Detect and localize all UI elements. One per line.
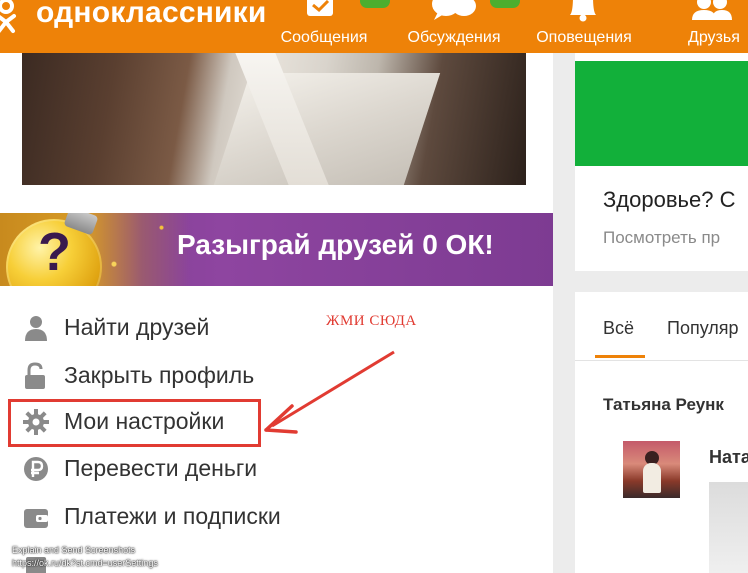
menu-payments-subscriptions[interactable]: Платежи и подписки xyxy=(22,499,542,535)
site-logo-text[interactable]: одноклассники xyxy=(36,0,267,30)
footer-url: https://ok.ru/dk?st.cmd=userSettings xyxy=(12,558,158,568)
footer-caption: Explain and Send Screenshots xyxy=(12,545,136,555)
nav-notifications-label: Оповещения xyxy=(536,29,632,46)
envelope-icon xyxy=(307,0,333,16)
unlocked-padlock-icon xyxy=(25,362,45,389)
discussions-badge xyxy=(490,0,520,8)
tab-popular[interactable]: Популяр xyxy=(667,318,739,339)
promo-card-link[interactable]: Посмотреть пр xyxy=(603,228,720,248)
active-tab-indicator xyxy=(595,355,645,358)
person-icon xyxy=(25,316,47,341)
friends-icon xyxy=(692,0,732,20)
profile-photo[interactable] xyxy=(22,53,526,185)
avatar[interactable] xyxy=(623,441,680,498)
tab-all[interactable]: Всё xyxy=(603,318,634,339)
feed-card: Всё Популяр Татьяна Реунк Ната xyxy=(575,292,748,573)
feed-divider xyxy=(575,360,748,361)
nav-discussions[interactable]: Обсуждения xyxy=(402,0,520,53)
nav-notifications[interactable]: Оповещения xyxy=(530,0,638,53)
question-mark-icon: ? xyxy=(38,222,71,282)
menu-find-friends-label: Найти друзей xyxy=(64,314,210,340)
menu-transfer-money-label: Перевести деньги xyxy=(64,455,258,481)
menu-transfer-money[interactable]: Перевести деньги xyxy=(22,451,542,487)
avatar-body-shape xyxy=(643,463,661,493)
nav-friends[interactable]: Друзья xyxy=(684,0,748,53)
photo-shirt-shape xyxy=(213,73,441,185)
promo-banner[interactable]: ? Разыграй друзей 0 ОК! xyxy=(0,213,553,286)
feed-post-image[interactable] xyxy=(709,482,748,573)
menu-find-friends[interactable]: Найти друзей xyxy=(22,310,542,346)
menu-payments-subscriptions-label: Платежи и подписки xyxy=(64,503,281,529)
messages-badge xyxy=(360,0,390,8)
ok-logo-icon[interactable] xyxy=(0,0,20,34)
left-column: ? Разыграй друзей 0 ОК! Найти друзей Зак… xyxy=(0,53,553,573)
nav-discussions-label: Обсуждения xyxy=(407,29,501,46)
annotation-text: ЖМИ СЮДА xyxy=(326,313,417,329)
promo-card-image xyxy=(575,61,748,166)
nav-messages-label: Сообщения xyxy=(280,29,368,46)
feed-author[interactable]: Татьяна Реунк xyxy=(603,395,724,415)
annotation-arrow-icon xyxy=(264,350,395,434)
menu-close-profile-label: Закрыть профиль xyxy=(64,362,255,388)
bell-icon xyxy=(570,0,596,22)
nav-friends-label: Друзья xyxy=(688,29,740,46)
promo-card[interactable]: Здоровье? С Посмотреть пр xyxy=(575,53,748,271)
promo-text: Разыграй друзей 0 ОК! xyxy=(177,229,494,260)
settings-highlight-box xyxy=(8,399,261,447)
promo-card-title: Здоровье? С xyxy=(603,187,736,212)
feed-post-name[interactable]: Ната xyxy=(709,447,748,468)
top-header: одноклассники Сообщения Обсуждения Опове… xyxy=(0,0,748,53)
ruble-icon xyxy=(24,457,48,481)
chat-bubbles-icon xyxy=(432,0,476,20)
nav-messages[interactable]: Сообщения xyxy=(276,0,390,53)
wallet-icon xyxy=(24,509,48,528)
